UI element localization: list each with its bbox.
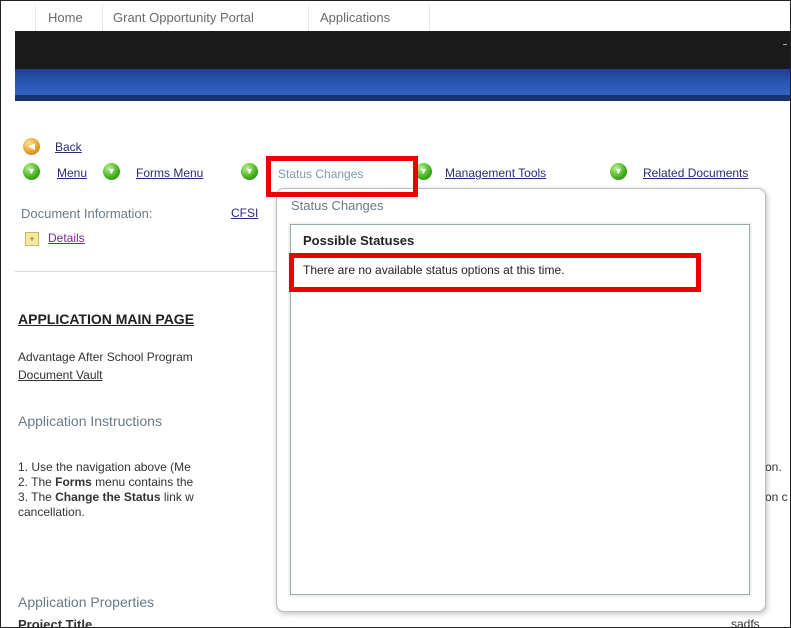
instruction-2-bold: Forms [55, 475, 92, 489]
popup-title: Status Changes [291, 198, 384, 213]
instruction-3-continued: cancellation. [18, 505, 85, 519]
instruction-3-tail: on c [765, 490, 788, 504]
no-status-highlight [289, 253, 701, 292]
instruction-1: 1. Use the navigation above (Me [18, 460, 191, 474]
related-documents-link[interactable]: Related Documents [643, 166, 748, 180]
forms-menu-icon[interactable]: ▼ [103, 163, 120, 180]
browser-frame: Home Grant Opportunity Portal Applicatio… [0, 0, 791, 628]
instruction-3-text: link w [160, 490, 194, 504]
divider [15, 271, 287, 272]
status-changes-highlight [266, 156, 418, 197]
back-link[interactable]: Back [55, 140, 82, 154]
instructions-heading: Application Instructions [18, 413, 162, 429]
document-code-link[interactable]: CFSI [231, 206, 258, 220]
related-documents-icon[interactable]: ▼ [610, 163, 627, 180]
header-mark [783, 44, 787, 45]
instruction-3: 3. The Change the Status link w [18, 490, 194, 504]
nav-separator [308, 5, 309, 31]
details-link[interactable]: Details [48, 231, 85, 245]
instruction-2: 2. The Forms menu contains the [18, 475, 193, 489]
back-icon[interactable]: ◀ [23, 138, 40, 155]
instruction-2-text: 2. The [18, 475, 56, 489]
document-information-label: Document Information: [21, 206, 153, 221]
nav-grant-opportunity-portal[interactable]: Grant Opportunity Portal [113, 10, 254, 25]
nav-applications[interactable]: Applications [320, 10, 390, 25]
project-title-label: Project Title [18, 617, 93, 628]
project-title-value: sadfs [731, 617, 760, 628]
details-expand-icon[interactable]: + [25, 232, 39, 246]
menu-icon[interactable]: ▼ [23, 163, 40, 180]
top-navigation: Home Grant Opportunity Portal Applicatio… [1, 1, 790, 31]
instruction-3-text: 3. The [18, 490, 56, 504]
menu-link[interactable]: Menu [57, 166, 87, 180]
instruction-1-tail: on. [765, 460, 782, 474]
program-name: Advantage After School Program [18, 350, 193, 364]
status-changes-popup: Status Changes Possible Statuses There a… [276, 188, 766, 612]
instruction-2-text: menu contains the [91, 475, 194, 489]
instruction-3-bold: Change the Status [55, 490, 161, 504]
document-vault-link[interactable]: Document Vault [18, 368, 103, 382]
status-changes-icon[interactable]: ▼ [241, 163, 258, 180]
nav-separator [429, 5, 430, 31]
nav-separator [102, 5, 103, 31]
forms-menu-link[interactable]: Forms Menu [136, 166, 203, 180]
header-blue-band [15, 69, 790, 101]
nav-separator [35, 5, 36, 31]
management-tools-link[interactable]: Management Tools [445, 166, 546, 180]
nav-home[interactable]: Home [48, 10, 83, 25]
header-band [15, 31, 790, 69]
properties-heading: Application Properties [18, 594, 155, 610]
possible-statuses-heading: Possible Statuses [303, 233, 415, 248]
page-title: APPLICATION MAIN PAGE [18, 311, 195, 327]
